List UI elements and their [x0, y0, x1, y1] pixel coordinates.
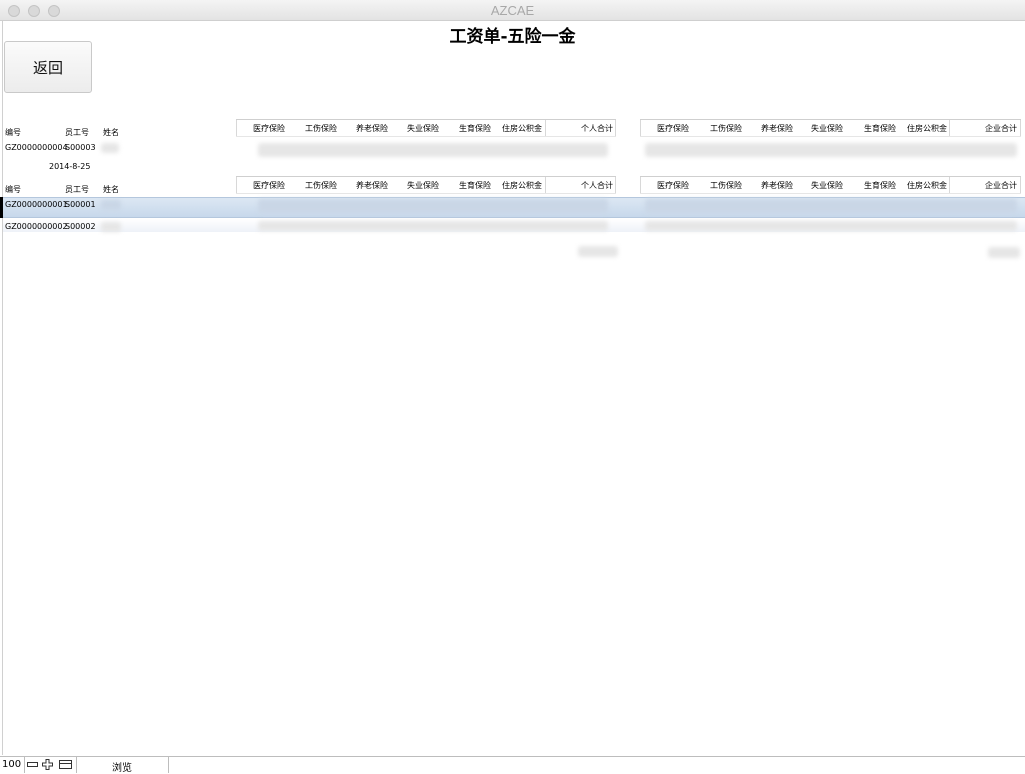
header-name-2: 姓名	[103, 185, 119, 194]
header-company-total: 企业合计	[985, 124, 1017, 133]
redacted-name	[101, 200, 121, 210]
header-company-pension-2: 养老保险	[761, 181, 793, 190]
row-emp-no[interactable]: S00001	[65, 200, 96, 210]
group-date: 2014-8-25	[49, 162, 91, 171]
header-injury-2: 工伤保险	[305, 181, 337, 190]
header-company-injury-2: 工伤保险	[710, 181, 742, 190]
redacted-company-values	[645, 199, 1017, 213]
redacted-company-total-sum	[988, 247, 1020, 258]
header-company-medical: 医疗保险	[657, 124, 689, 133]
header-company-injury: 工伤保险	[710, 124, 742, 133]
header-company-unemployment-2: 失业保险	[811, 181, 843, 190]
personal-header-row: 医疗保险 工伤保险 养老保险 失业保险 生育保险 住房公积金 个人合计	[236, 119, 616, 137]
personal-header-row-2: 医疗保险 工伤保险 养老保险 失业保险 生育保险 住房公积金 个人合计	[236, 176, 616, 194]
row-selection-marker	[0, 197, 3, 218]
header-company-unemployment: 失业保险	[811, 124, 843, 133]
status-bar: 100 浏览	[0, 756, 1025, 774]
header-medical-2: 医疗保险	[253, 181, 285, 190]
header-company-maternity: 生育保险	[864, 124, 896, 133]
header-maternity: 生育保险	[459, 124, 491, 133]
header-company-medical-2: 医疗保险	[657, 181, 689, 190]
header-pension-2: 养老保险	[356, 181, 388, 190]
redacted-name	[101, 143, 119, 153]
header-unemployment-2: 失业保险	[407, 181, 439, 190]
header-maternity-2: 生育保险	[459, 181, 491, 190]
header-personal-total-2: 个人合计	[581, 181, 613, 190]
window-title: AZCAE	[490, 3, 535, 18]
company-header-row-2: 医疗保险 工伤保险 养老保险 失业保险 生育保险 住房公积金 企业合计	[640, 176, 1021, 194]
header-emp-no: 员工号	[65, 128, 89, 137]
company-header-row: 医疗保险 工伤保险 养老保险 失业保险 生育保险 住房公积金 企业合计	[640, 119, 1021, 137]
header-housing-fund-2: 住房公积金	[502, 181, 542, 190]
header-emp-no-2: 员工号	[65, 185, 89, 194]
redacted-personal-values	[258, 143, 608, 157]
redacted-personal-total-sum	[578, 246, 618, 257]
header-company-housing-fund: 住房公积金	[907, 124, 947, 133]
header-pension: 养老保险	[356, 124, 388, 133]
header-medical: 医疗保险	[253, 124, 285, 133]
row-emp-no[interactable]: S00002	[65, 222, 96, 232]
header-company-maternity-2: 生育保险	[864, 181, 896, 190]
header-injury: 工伤保险	[305, 124, 337, 133]
header-company-total-2: 企业合计	[985, 181, 1017, 190]
header-unemployment: 失业保险	[407, 124, 439, 133]
redacted-company-values	[645, 143, 1017, 157]
row-id[interactable]: GZ0000000002	[5, 222, 68, 232]
page-title: 工资单-五险一金	[449, 27, 576, 47]
redacted-personal-values	[258, 221, 608, 231]
zoom-out-icon[interactable]	[27, 759, 38, 772]
header-id-2: 编号	[5, 185, 21, 194]
group-record-id: GZ0000000004	[5, 143, 68, 152]
header-company-housing-fund-2: 住房公积金	[907, 181, 947, 190]
header-personal-total: 个人合计	[581, 124, 613, 133]
header-id: 编号	[5, 128, 21, 137]
row-id[interactable]: GZ0000000001	[5, 200, 68, 210]
header-name: 姓名	[103, 128, 119, 137]
redacted-name	[101, 222, 121, 232]
zoom-level: 100	[2, 759, 22, 770]
redacted-company-values	[645, 221, 1017, 231]
back-button[interactable]: 返回	[4, 41, 92, 93]
redacted-personal-values	[258, 199, 608, 213]
group-record-emp-no: S00003	[65, 143, 96, 152]
header-housing-fund: 住房公积金	[502, 124, 542, 133]
layout-toggle-icon[interactable]	[59, 759, 72, 772]
zoom-in-icon[interactable]	[42, 759, 53, 772]
header-company-pension: 养老保险	[761, 124, 793, 133]
window-titlebar: AZCAE	[0, 0, 1025, 21]
